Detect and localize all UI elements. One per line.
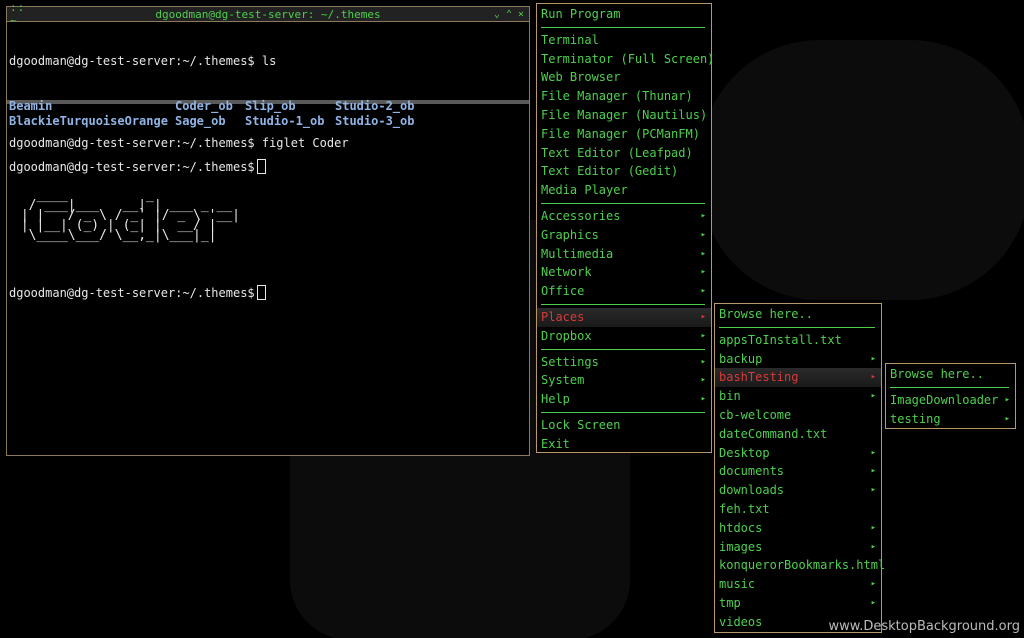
menu-item-dropbox[interactable]: Dropbox [537,327,711,346]
menu-item-exit[interactable]: Exit [537,435,711,454]
watermark-text: www.DesktopBackground.org [828,619,1020,634]
menu-item-leafpad[interactable]: Text Editor (Leafpad) [537,144,711,163]
menu-item-thunar[interactable]: File Manager (Thunar) [537,87,711,106]
menu-item-settings[interactable]: Settings [537,353,711,372]
prompt-line: dgoodman@dg-test-server:~/.themes$ [9,285,527,301]
terminal-pane-bottom[interactable]: dgoodman@dg-test-server:~/.themes$ figle… [7,104,529,333]
menu-item-folder[interactable]: htdocs [715,519,881,538]
places-submenu: Browse here.. appsToInstall.txt backup b… [714,303,885,633]
menu-item-terminator[interactable]: Terminator (Full Screen) [537,50,714,69]
menu-item-folder-bashtesting[interactable]: bashTesting [715,368,881,388]
menu-item-run-program[interactable]: Run Program [537,5,711,24]
menu-item-folder[interactable]: downloads [715,481,881,500]
menu-item-nautilus[interactable]: File Manager (Nautilus) [537,106,711,125]
menu-item-folder[interactable]: ImageDownloader [886,391,1015,410]
menu-item-places[interactable]: Places [537,307,711,327]
menu-item-system[interactable]: System [537,371,711,390]
prompt-text: dgoodman@dg-test-server:~/.themes$ [9,286,255,300]
menu-item-help[interactable]: Help [537,390,711,409]
window-menu-icon[interactable]: :: ~ [7,1,31,27]
terminal-window: :: ~ dgoodman@dg-test-server: ~/.themes … [6,1,530,456]
menu-separator [541,26,705,28]
ls-item: Sage_ob [175,114,226,128]
menu-item-browse-here[interactable]: Browse here.. [715,305,881,324]
figlet-output: ____ _ / ___|___ __| | ___ _ __ | | / _ … [20,188,240,243]
bashtesting-submenu: Browse here.. ImageDownloader testing [885,363,1016,429]
terminal-cursor [256,159,266,174]
menu-item-media-player[interactable]: Media Player [537,181,711,200]
menu-separator [541,411,705,413]
ls-item: Studio-1_ob [245,114,325,128]
ls-item: Studio-2_ob [335,99,415,113]
menu-item-file[interactable]: dateCommand.txt [715,425,881,444]
menu-item-lock-screen[interactable]: Lock Screen [537,416,711,435]
ls-item: Slip_ob [245,99,296,113]
menu-item-graphics[interactable]: Graphics [537,226,711,245]
terminal-cursor [256,285,266,300]
menu-item-office[interactable]: Office [537,282,711,301]
menu-item-file[interactable]: cb-welcome [715,406,881,425]
menu-item-browse-here[interactable]: Browse here.. [886,365,1015,384]
menu-item-accessories[interactable]: Accessories [537,207,711,226]
menu-item-terminal[interactable]: Terminal [537,31,711,50]
close-icon[interactable]: × [518,9,524,20]
menu-item-file[interactable]: appsToInstall.txt [715,331,881,350]
terminal-titlebar[interactable]: :: ~ dgoodman@dg-test-server: ~/.themes … [7,1,529,27]
menu-separator [541,202,705,204]
menu-item-multimedia[interactable]: Multimedia [537,245,711,264]
background-shape [700,40,1024,300]
menu-item-folder[interactable]: music [715,575,881,594]
menu-item-folder[interactable]: tmp [715,594,881,613]
prompt-line: dgoodman@dg-test-server:~/.themes$ figle… [9,136,349,150]
ls-item: Studio-3_ob [335,114,415,128]
menu-item-file[interactable]: feh.txt [715,500,881,519]
menu-item-network[interactable]: Network [537,263,711,282]
menu-separator [719,326,875,328]
prompt-text: dgoodman@dg-test-server:~/.themes$ [9,160,255,174]
menu-item-folder[interactable]: testing [886,410,1015,429]
menu-item-gedit[interactable]: Text Editor (Gedit) [537,162,711,181]
menu-item-folder[interactable]: images [715,538,881,557]
menu-item-pcmanfm[interactable]: File Manager (PCManFM) [537,125,711,144]
minimize-icon[interactable]: ⌄ [494,9,500,20]
prompt-line: dgoodman@dg-test-server:~/.themes$ ls [9,54,277,68]
menu-item-folder[interactable]: Desktop [715,444,881,463]
menu-separator [541,303,705,305]
menu-separator [890,386,1009,388]
maximize-icon[interactable]: ⌃ [506,9,512,20]
root-menu: Run Program Terminal Terminator (Full Sc… [536,3,714,454]
menu-item-web-browser[interactable]: Web Browser [537,68,711,87]
menu-item-folder[interactable]: bin [715,387,881,406]
window-title: dgoodman@dg-test-server: ~/.themes [155,7,381,21]
ls-item: Coder_ob [175,99,233,113]
menu-item-folder[interactable]: documents [715,462,881,481]
menu-separator [541,348,705,350]
menu-item-folder[interactable]: backup [715,350,881,369]
menu-item-file[interactable]: konquerorBookmarks.html [715,556,885,575]
ls-item: Beamin [9,99,53,113]
terminal-pane-top[interactable]: dgoodman@dg-test-server:~/.themes$ ls Be… [7,22,529,174]
